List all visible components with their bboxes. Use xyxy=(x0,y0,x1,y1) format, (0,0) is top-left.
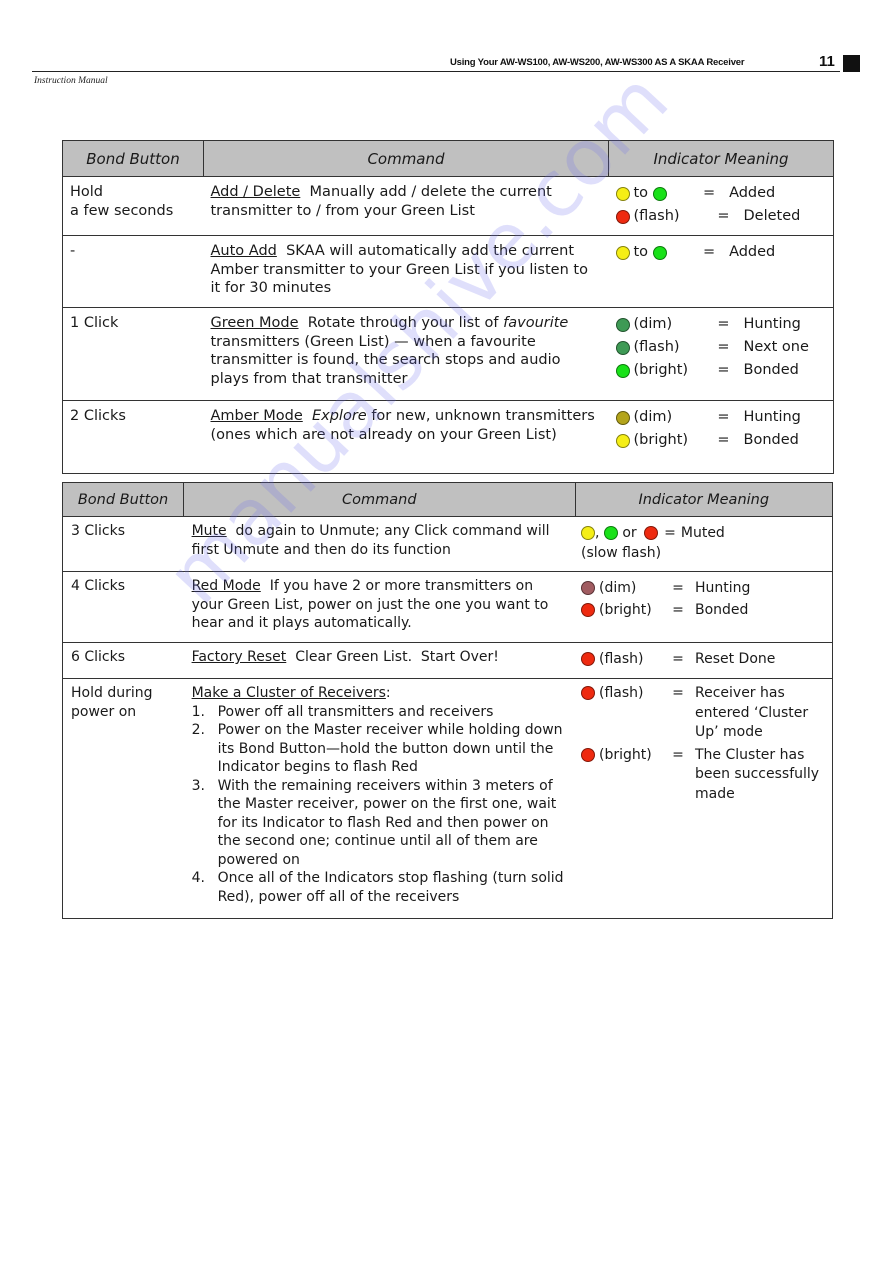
indicator-cell: to = Added (flash) = Deleted xyxy=(608,176,834,236)
red-indicator-icon xyxy=(581,652,595,666)
page-tab-marker xyxy=(843,55,860,72)
indicator-line: to = Added xyxy=(615,182,827,205)
command-cell: Auto Add SKAA will automatically add the… xyxy=(203,235,609,308)
green-indicator-icon xyxy=(603,526,618,540)
command-text: transmitters (Green List) — when a favou… xyxy=(210,333,561,387)
yellow-indicator-icon xyxy=(615,433,630,448)
header-command: Command xyxy=(203,140,609,177)
yellow-indicator-icon xyxy=(615,245,630,260)
list-item: 1. Power off all transmitters and receive… xyxy=(191,703,494,720)
command-text: Clear Green List. Start Over! xyxy=(295,649,499,665)
red-indicator-icon xyxy=(581,603,595,617)
command-cell: Red Mode If you have 2 or more transmitt… xyxy=(183,571,575,643)
table-row: 1 Click Green Mode Rotate through your l… xyxy=(62,307,834,401)
indicator-line: (dim) = Hunting xyxy=(581,577,825,599)
command-cell: Mute do again to Unmute; any Click comma… xyxy=(183,516,575,572)
command-cell: Green Mode Rotate through your list of f… xyxy=(203,307,609,401)
bond-button-cell: Hold during power on xyxy=(61,678,184,919)
bond-button-table-2: Bond Button Command Indicator Meaning 3 … xyxy=(61,482,833,919)
red-dim-indicator-icon xyxy=(581,581,595,595)
yellow-indicator-icon xyxy=(581,526,595,540)
command-cell: Factory Reset Clear Green List. Start Ov… xyxy=(183,642,575,679)
header-bond-button: Bond Button xyxy=(62,140,204,177)
green-dim-indicator-icon xyxy=(615,340,630,355)
command-title: Green Mode xyxy=(210,315,299,331)
table-row: 6 Clicks Factory Reset Clear Green List.… xyxy=(61,642,833,679)
command-title: Mute xyxy=(191,523,227,539)
green-indicator-icon xyxy=(615,363,630,378)
running-title: Using Your AW-WS100, AW-WS200, AW-WS300 … xyxy=(450,57,745,68)
table-row: Hold during power on Make a Cluster of R… xyxy=(61,678,833,919)
indicator-line: (dim) = Hunting xyxy=(615,406,827,429)
bond-button-cell: - xyxy=(62,235,204,308)
list-item: 2. Power on the Master receiver while hol… xyxy=(191,722,563,775)
manual-label: Instruction Manual xyxy=(34,76,108,86)
indicator-line: (bright) = The Cluster has been successf… xyxy=(581,746,825,805)
indicator-cell: (dim) = Hunting (bright) = Bonded xyxy=(575,571,833,643)
header-indicator-meaning: Indicator Meaning xyxy=(574,482,833,517)
green-indicator-icon xyxy=(653,186,668,201)
indicator-line: (flash) = Next one xyxy=(615,336,827,359)
indicator-cell: , or = Muted (slow flash) xyxy=(575,516,833,572)
table-row: 3 Clicks Mute do again to Unmute; any Cl… xyxy=(61,516,833,572)
red-indicator-icon xyxy=(581,747,595,762)
indicator-cell: (dim) = Hunting (bright) = Bonded xyxy=(608,400,834,474)
bond-button-cell: 1 Click xyxy=(62,307,204,401)
bond-button-cell: 4 Clicks xyxy=(61,571,184,643)
list-item: 3. With the remaining receivers within 3 … xyxy=(191,777,557,868)
indicator-line: (flash) = Receiver has entered ‘Cluster … xyxy=(581,684,825,743)
command-title: Add / Delete xyxy=(210,184,301,200)
indicator-line: , or = Muted xyxy=(581,522,825,544)
indicator-line: (bright) = Bonded xyxy=(615,429,827,452)
green-indicator-icon xyxy=(653,245,668,260)
command-title: Make a Cluster of Receivers xyxy=(191,685,386,701)
indicator-cell: (flash) = Reset Done xyxy=(575,642,833,679)
red-indicator-icon xyxy=(581,686,595,700)
bond-button-cell: 6 Clicks xyxy=(61,642,184,679)
command-cell: Make a Cluster of Receivers: 1. Power off… xyxy=(183,678,575,919)
indicator-line: (bright) = Bonded xyxy=(615,359,827,382)
header-bond-button: Bond Button xyxy=(61,482,185,517)
command-title: Auto Add xyxy=(210,243,277,259)
red-indicator-icon xyxy=(615,209,630,224)
indicator-note: (slow flash) xyxy=(581,545,662,561)
indicator-cell: (flash) = Receiver has entered ‘Cluster … xyxy=(575,678,833,919)
table-header-row: Bond Button Command Indicator Meaning xyxy=(61,482,833,517)
header-command: Command xyxy=(183,482,576,517)
yellow-indicator-icon xyxy=(615,186,630,201)
indicator-line: (bright) = Bonded xyxy=(581,599,825,621)
indicator-cell: to = Added xyxy=(608,235,834,308)
green-dim-indicator-icon xyxy=(615,317,630,332)
bond-button-cell: Hold a few seconds xyxy=(62,176,204,236)
indicator-line: (flash) = Reset Done xyxy=(581,648,825,670)
table-row: - Auto Add SKAA will automatically add t… xyxy=(62,235,834,308)
header-indicator-meaning: Indicator Meaning xyxy=(608,140,834,177)
table-header-row: Bond Button Command Indicator Meaning xyxy=(62,140,834,177)
command-cell: Amber Mode Explore for new, unknown tran… xyxy=(203,400,609,474)
table-row: Hold a few seconds Add / Delete Manually… xyxy=(62,176,834,236)
bond-button-cell: 3 Clicks xyxy=(61,516,184,572)
red-indicator-icon xyxy=(644,526,659,540)
command-title: Amber Mode xyxy=(210,408,303,424)
cluster-steps-list: 1. Power off all transmitters and receive… xyxy=(192,703,568,907)
table-row: 2 Clicks Amber Mode Explore for new, unk… xyxy=(62,400,834,474)
indicator-line: (dim) = Hunting xyxy=(615,313,827,336)
command-text: do again to Unmute; any Click command wi… xyxy=(191,523,550,558)
command-title: Factory Reset xyxy=(191,649,287,665)
indicator-line: to = Added xyxy=(615,241,827,264)
command-title: Red Mode xyxy=(191,578,261,594)
indicator-cell: (dim) = Hunting (flash) = Next one (brig… xyxy=(608,307,834,401)
header-rule xyxy=(32,71,840,73)
page-number: 11 xyxy=(819,53,835,70)
indicator-line: (flash) = Deleted xyxy=(615,205,827,228)
command-cell: Add / Delete Manually add / delete the c… xyxy=(203,176,609,236)
amber-dim-indicator-icon xyxy=(615,410,630,425)
list-item: 4. Once all of the Indicators stop flashi… xyxy=(191,870,564,905)
table-row: 4 Clicks Red Mode If you have 2 or more … xyxy=(61,571,833,643)
bond-button-table-1: Bond Button Command Indicator Meaning Ho… xyxy=(62,140,834,474)
bond-button-cell: 2 Clicks xyxy=(62,400,204,474)
